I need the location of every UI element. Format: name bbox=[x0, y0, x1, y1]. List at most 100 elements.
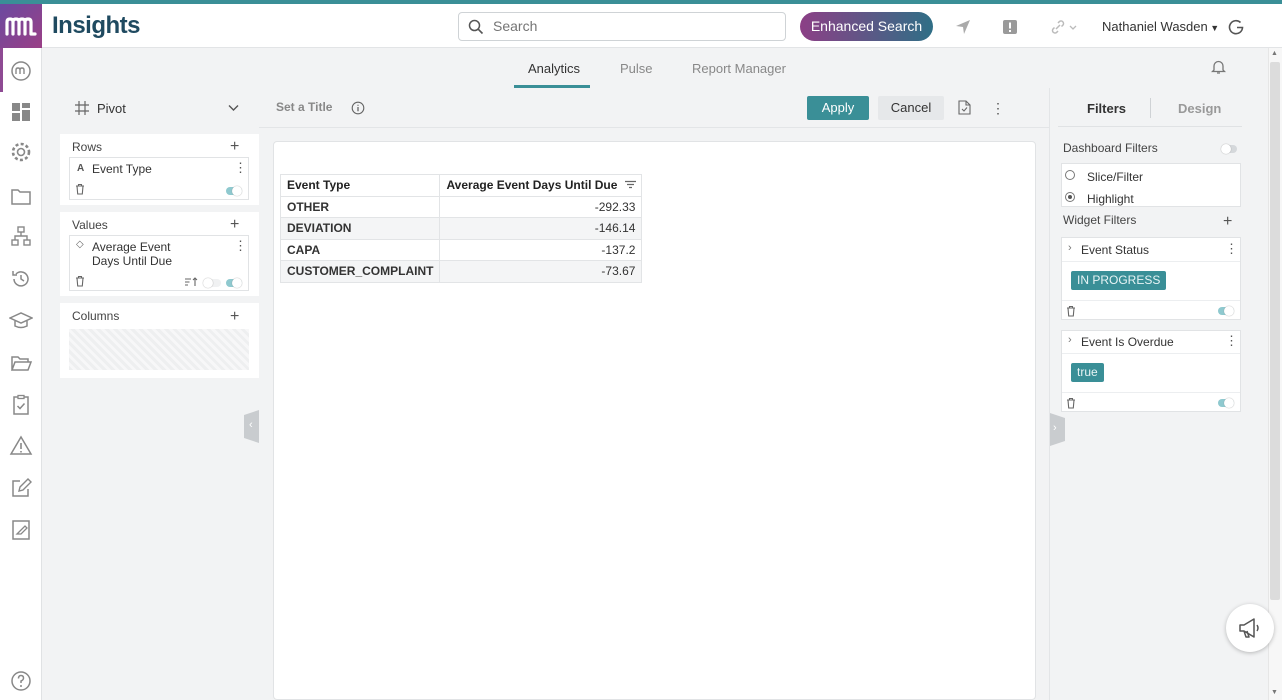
event-type-cell: CUSTOMER_COMPLAINT bbox=[279, 260, 441, 283]
widget-title-input[interactable]: Set a Title bbox=[276, 100, 332, 114]
megaphone-icon bbox=[1239, 618, 1259, 638]
row-field-name: Event Type bbox=[92, 162, 152, 176]
tab-design[interactable]: Design bbox=[1178, 101, 1221, 116]
value-aux-toggle[interactable] bbox=[203, 278, 221, 288]
add-value-icon[interactable]: + bbox=[230, 216, 239, 234]
panel-divider bbox=[1058, 126, 1242, 127]
columns-label: Columns bbox=[72, 309, 120, 323]
graduation-cap-icon[interactable] bbox=[9, 309, 33, 333]
app-logo[interactable] bbox=[0, 4, 42, 48]
value-field-name: Average Event Days Until Due bbox=[92, 240, 173, 268]
home-logo-icon[interactable] bbox=[9, 59, 33, 83]
notification-bell-icon[interactable] bbox=[1211, 59, 1226, 75]
filter-value-chip[interactable]: true bbox=[1071, 363, 1104, 382]
trash-icon[interactable] bbox=[1066, 305, 1076, 317]
chevron-down-icon[interactable] bbox=[228, 104, 239, 112]
warning-icon[interactable] bbox=[9, 434, 33, 458]
columns-drop-zone[interactable] bbox=[69, 329, 249, 370]
pivot-grid-icon bbox=[75, 101, 89, 115]
tab-analytics[interactable]: Analytics bbox=[528, 61, 580, 76]
scroll-up-icon[interactable]: ▲ bbox=[1271, 50, 1278, 57]
trash-icon[interactable] bbox=[75, 183, 85, 195]
value-field-toggle[interactable] bbox=[226, 278, 242, 288]
chevron-left-icon: ‹ bbox=[249, 419, 253, 431]
enhanced-search-button[interactable]: Enhanced Search bbox=[800, 12, 933, 41]
rows-label: Rows bbox=[72, 140, 103, 154]
tab-divider bbox=[1150, 98, 1151, 118]
dashboard-filters-toggle[interactable] bbox=[1221, 144, 1237, 154]
trash-icon[interactable] bbox=[1066, 397, 1076, 409]
history-icon[interactable] bbox=[9, 267, 33, 291]
edit-document-icon[interactable] bbox=[9, 476, 33, 500]
search-input[interactable] bbox=[493, 15, 773, 37]
navigation-arrow-icon[interactable] bbox=[955, 19, 971, 35]
pivot-table: Event Type Average Event Days Until Due … bbox=[279, 174, 643, 283]
folder-icon[interactable] bbox=[9, 184, 33, 208]
numeric-type-icon: ◇ bbox=[76, 239, 84, 250]
trash-icon[interactable] bbox=[75, 275, 85, 287]
event-type-cell: CAPA bbox=[279, 238, 441, 261]
add-column-icon[interactable]: + bbox=[230, 308, 239, 326]
scrollbar-thumb[interactable] bbox=[1270, 62, 1280, 600]
filter-value-chip[interactable]: IN PROGRESS bbox=[1071, 271, 1167, 290]
info-icon[interactable] bbox=[351, 101, 365, 115]
more-options-icon[interactable]: ⋮ bbox=[991, 100, 1005, 117]
filter-toggle[interactable] bbox=[1218, 306, 1234, 316]
add-row-icon[interactable]: + bbox=[230, 138, 239, 156]
export-document-icon[interactable] bbox=[958, 100, 971, 115]
cancel-button[interactable]: Cancel bbox=[878, 96, 944, 120]
column-header-event-type[interactable]: Event Type bbox=[279, 174, 441, 197]
open-folder-icon[interactable] bbox=[9, 351, 33, 375]
row-field-toggle[interactable] bbox=[226, 186, 242, 196]
chevron-right-icon: › bbox=[1053, 422, 1057, 434]
tab-filters[interactable]: Filters bbox=[1087, 101, 1126, 116]
card-divider bbox=[1062, 392, 1240, 393]
highlight-label: Highlight bbox=[1087, 192, 1134, 206]
value-field-menu-icon[interactable]: ⋮ bbox=[234, 238, 247, 254]
page-tabs-bar bbox=[42, 48, 1268, 88]
scroll-down-icon[interactable]: ▼ bbox=[1271, 689, 1278, 696]
alert-icon[interactable] bbox=[1002, 19, 1018, 35]
card-divider bbox=[1062, 261, 1240, 262]
feedback-button[interactable] bbox=[1226, 604, 1274, 652]
org-chart-icon[interactable] bbox=[9, 224, 33, 248]
filter-menu-icon[interactable]: ⋮ bbox=[1225, 241, 1238, 257]
filter-toggle[interactable] bbox=[1218, 398, 1234, 408]
sort-ascending-icon[interactable] bbox=[184, 277, 198, 287]
tab-pulse[interactable]: Pulse bbox=[620, 61, 653, 76]
column-header-average-days[interactable]: Average Event Days Until Due bbox=[439, 174, 643, 197]
tab-report-manager[interactable]: Report Manager bbox=[692, 61, 786, 76]
highlight-radio[interactable] bbox=[1065, 192, 1075, 202]
logout-icon[interactable] bbox=[1228, 19, 1245, 36]
settings-gear-icon[interactable] bbox=[9, 140, 33, 164]
text-type-icon: A bbox=[77, 163, 85, 174]
filter-name: Event Status bbox=[1081, 243, 1150, 257]
filter-menu-icon[interactable]: ⋮ bbox=[1225, 333, 1238, 349]
chevron-right-icon[interactable]: › bbox=[1068, 242, 1072, 254]
value-cell: -137.2 bbox=[439, 238, 643, 261]
help-icon[interactable] bbox=[9, 669, 33, 693]
add-widget-filter-icon[interactable]: + bbox=[1223, 213, 1232, 231]
radio-selected-dot bbox=[1068, 195, 1072, 199]
chevron-right-icon[interactable]: › bbox=[1068, 334, 1072, 346]
rail-active-indicator bbox=[0, 48, 3, 92]
user-menu[interactable]: Nathaniel Wasden ▼ bbox=[1102, 19, 1219, 34]
table-row: OTHER -292.33 bbox=[279, 195, 643, 218]
values-label: Values bbox=[72, 218, 108, 232]
caret-down-icon: ▼ bbox=[1207, 23, 1220, 33]
table-row: CAPA -137.2 bbox=[279, 238, 643, 261]
user-name: Nathaniel Wasden bbox=[1102, 19, 1208, 34]
clipboard-check-icon[interactable] bbox=[9, 393, 33, 417]
filter-name: Event Is Overdue bbox=[1081, 335, 1174, 349]
slice-filter-radio[interactable] bbox=[1065, 170, 1075, 180]
search-icon bbox=[468, 19, 484, 35]
column-filter-icon[interactable] bbox=[624, 180, 637, 191]
app-title: Insights bbox=[52, 12, 141, 39]
link-icon[interactable] bbox=[1050, 19, 1078, 35]
dashboard-icon[interactable] bbox=[9, 100, 33, 124]
column-header-label: Average Event Days Until Due bbox=[446, 178, 618, 193]
sign-document-icon[interactable] bbox=[9, 518, 33, 542]
apply-button[interactable]: Apply bbox=[807, 96, 869, 120]
row-field-menu-icon[interactable]: ⋮ bbox=[234, 160, 247, 176]
table-header-row: Event Type Average Event Days Until Due bbox=[279, 174, 643, 197]
